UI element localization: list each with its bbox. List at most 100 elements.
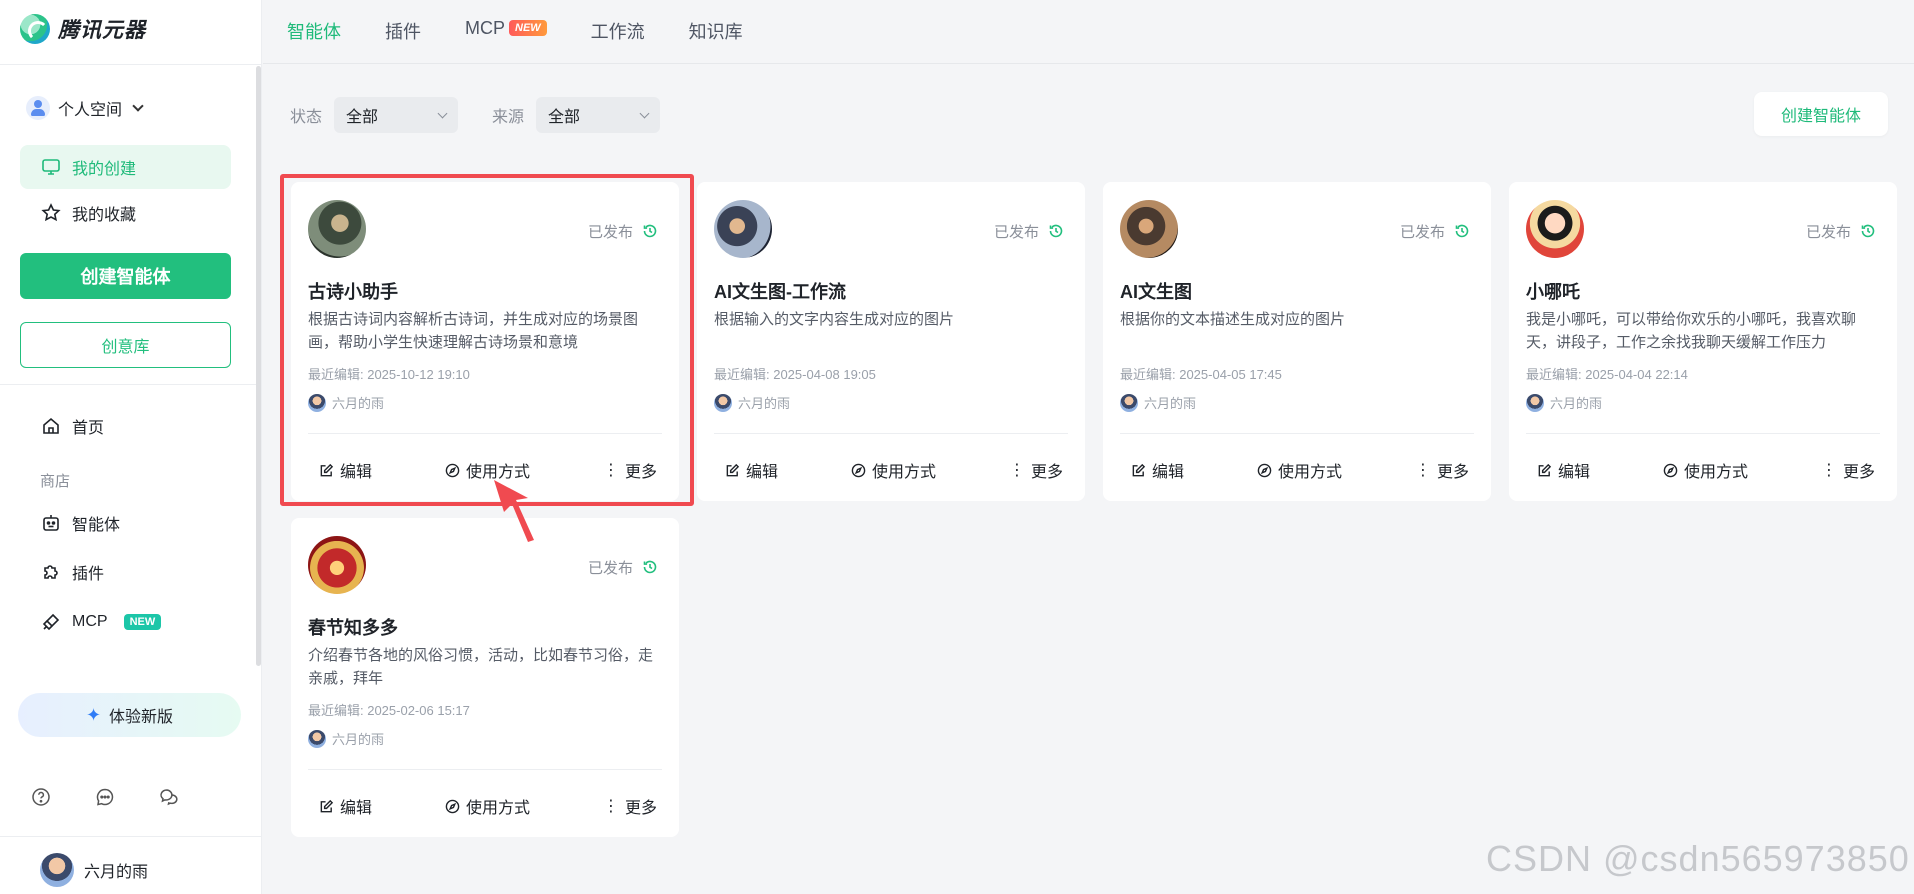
history-icon[interactable]	[1045, 220, 1067, 242]
more-vertical-icon: ⋮	[1414, 462, 1431, 479]
source-filter-label: 来源	[492, 109, 525, 126]
agent-title: 春节知多多	[308, 618, 398, 638]
compass-icon	[1663, 463, 1678, 477]
usage-button[interactable]: 使用方式	[1663, 458, 1748, 482]
edit-button[interactable]: 编辑	[1537, 458, 1590, 482]
select-value: 全部	[548, 109, 581, 126]
home-icon	[40, 415, 62, 437]
edit-label: 编辑	[746, 464, 779, 481]
idea-library-button[interactable]: 创意库	[20, 322, 231, 368]
author: 六月的雨	[714, 393, 790, 412]
new-badge: NEW	[123, 614, 162, 630]
more-button[interactable]: ⋮ 更多	[1821, 458, 1875, 482]
edit-button[interactable]: 编辑	[725, 458, 778, 482]
author-name: 六月的雨	[1550, 396, 1603, 411]
history-icon[interactable]	[1451, 220, 1473, 242]
agent-card[interactable]: 已发布 春节知多多 介绍春节各地的风俗习惯，活动，比如春节习俗，走亲戚，拜年 最…	[291, 518, 679, 837]
tab-plugins[interactable]: 插件	[385, 18, 421, 44]
more-vertical-icon: ⋮	[1008, 462, 1025, 479]
sidebar-scrollbar[interactable]	[256, 66, 261, 666]
try-new-version-button[interactable]: ✦ 体验新版	[18, 693, 241, 737]
edit-icon	[1538, 463, 1552, 476]
sidebar-item-label: 插件	[72, 566, 105, 583]
monitor-icon	[40, 156, 62, 178]
last-edited: 最近编辑: 2025-04-05 17:45	[1120, 367, 1282, 382]
status-badge: 已发布	[1400, 220, 1473, 242]
agent-card[interactable]: 已发布 小哪吒 我是小哪吒，可以带给你欢乐的小哪吒，我喜欢聊天，讲段子，工作之余…	[1509, 182, 1897, 501]
tab-mcp[interactable]: MCP NEW	[465, 18, 547, 44]
create-agent-top-button[interactable]: 创建智能体	[1754, 92, 1888, 136]
avatar	[1120, 393, 1138, 412]
plug-icon	[40, 611, 62, 633]
status-text: 已发布	[1399, 223, 1445, 241]
tab-agents[interactable]: 智能体	[287, 18, 341, 44]
usage-button[interactable]: 使用方式	[1257, 458, 1342, 482]
agent-card[interactable]: 已发布 AI文生图 根据你的文本描述生成对应的图片 最近编辑: 2025-04-…	[1103, 182, 1491, 501]
usage-button[interactable]: 使用方式	[445, 794, 530, 818]
sidebar-item-my-favorites[interactable]: 我的收藏	[20, 191, 231, 235]
agent-title: AI文生图	[1120, 282, 1192, 302]
status-text: 已发布	[587, 559, 633, 577]
history-icon[interactable]	[639, 556, 661, 578]
more-button[interactable]: ⋮ 更多	[1009, 458, 1063, 482]
chevron-down-icon	[639, 108, 650, 118]
sidebar-item-label: MCP	[72, 613, 108, 630]
sidebar-item-store-plugins[interactable]: 插件	[20, 550, 231, 594]
sidebar-item-label: 我的收藏	[72, 207, 137, 224]
avatar	[714, 393, 732, 412]
top-tabs: 智能体 插件 MCP NEW 工作流 知识库	[287, 18, 743, 44]
edit-label: 编辑	[1558, 464, 1591, 481]
sidebar-item-store-agents[interactable]: 智能体	[20, 501, 231, 545]
status-text: 已发布	[1805, 223, 1851, 241]
edit-button[interactable]: 编辑	[1131, 458, 1184, 482]
watermark: CSDN @csdn565973850	[1486, 838, 1910, 879]
status-filter-select[interactable]: 全部	[334, 97, 459, 133]
source-filter-select[interactable]: 全部	[536, 97, 661, 133]
avatar	[1526, 393, 1544, 412]
sidebar-item-home[interactable]: 首页	[20, 404, 231, 448]
edit-button[interactable]: 编辑	[319, 794, 372, 818]
tab-knowledge-base[interactable]: 知识库	[689, 18, 743, 44]
wechat-icon[interactable]	[156, 784, 182, 810]
author-name: 六月的雨	[332, 732, 385, 747]
compass-icon	[851, 463, 866, 477]
status-text: 已发布	[993, 223, 1039, 241]
space-switcher[interactable]: 个人空间	[26, 96, 144, 120]
status-badge: 已发布	[994, 220, 1067, 242]
tab-workflow[interactable]: 工作流	[591, 18, 645, 44]
card-actions: 编辑 使用方式 ⋮ 更多	[1537, 458, 1875, 482]
usage-label: 使用方式	[1277, 464, 1342, 481]
current-user[interactable]: 六月的雨	[40, 853, 148, 887]
author: 六月的雨	[1120, 393, 1196, 412]
divider	[308, 769, 662, 770]
more-button[interactable]: ⋮ 更多	[1415, 458, 1469, 482]
puzzle-icon	[40, 561, 62, 583]
more-button[interactable]: ⋮ 更多	[603, 794, 657, 818]
top-nav: 智能体 插件 MCP NEW 工作流 知识库	[263, 0, 1914, 64]
create-agent-button[interactable]: 创建智能体	[20, 253, 231, 299]
usage-button[interactable]: 使用方式	[851, 458, 936, 482]
usage-label: 使用方式	[465, 800, 530, 817]
status-filter-label: 状态	[290, 109, 323, 126]
more-vertical-icon: ⋮	[602, 798, 619, 815]
new-badge: NEW	[509, 20, 547, 36]
card-actions: 编辑 使用方式 ⋮ 更多	[725, 458, 1063, 482]
highlight-box	[280, 174, 694, 506]
agent-card[interactable]: 已发布 AI文生图-工作流 根据输入的文字内容生成对应的图片 最近编辑: 202…	[697, 182, 1085, 501]
sidebar-item-store-mcp[interactable]: MCP NEW	[20, 600, 231, 644]
edit-icon	[726, 463, 740, 476]
logo[interactable]: 腾讯元器	[20, 14, 146, 44]
last-edited: 最近编辑: 2025-04-04 22:14	[1526, 367, 1688, 382]
usage-label: 使用方式	[871, 464, 936, 481]
sidebar-item-label: 首页	[72, 420, 105, 437]
usage-label: 使用方式	[1683, 464, 1748, 481]
history-icon[interactable]	[1857, 220, 1879, 242]
chat-bubble-icon[interactable]	[92, 784, 118, 810]
space-label: 个人空间	[58, 102, 123, 119]
help-icon[interactable]	[28, 784, 54, 810]
divider	[1526, 433, 1880, 434]
sparkle-icon: ✦	[85, 704, 102, 725]
author-name: 六月的雨	[1144, 396, 1197, 411]
sidebar-item-my-created[interactable]: 我的创建	[20, 145, 231, 189]
chevron-down-icon	[132, 100, 144, 112]
